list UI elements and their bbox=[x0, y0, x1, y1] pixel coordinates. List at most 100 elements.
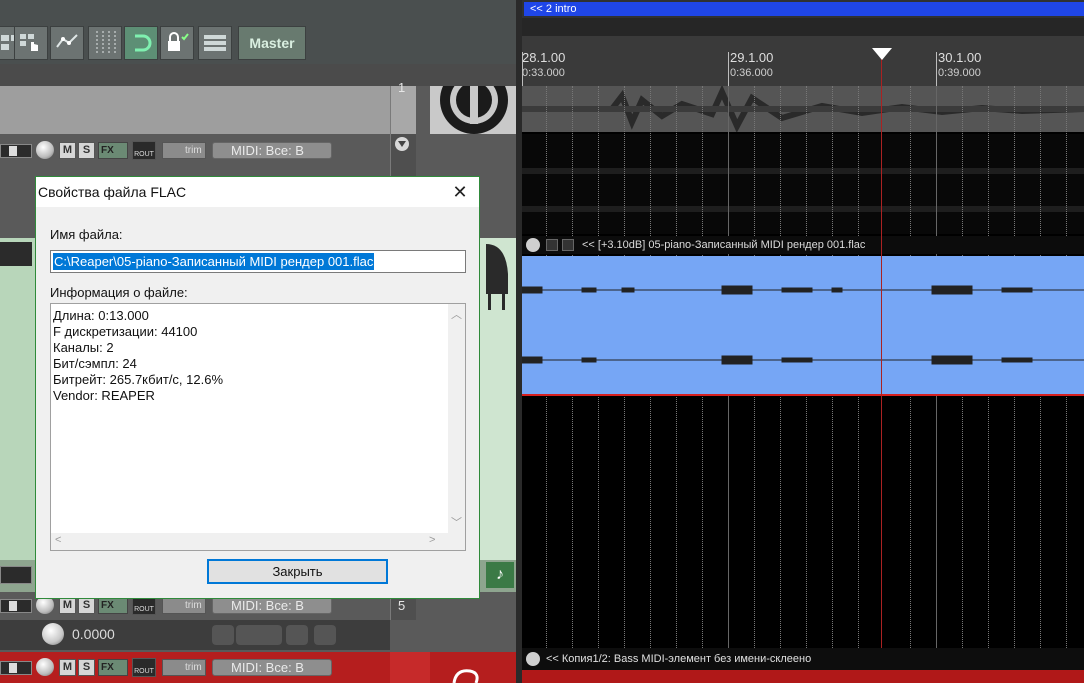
info-line-vendor: Vendor: REAPER bbox=[53, 388, 155, 403]
toolbar-envelope-button[interactable] bbox=[50, 26, 84, 60]
bass-track-mute-button[interactable]: M bbox=[59, 659, 76, 676]
bass-item-title: << Копия1/2: Bass MIDI-элемент без имени… bbox=[546, 653, 812, 665]
track-number-1: 1 bbox=[398, 80, 406, 95]
info-line-length: Длина: 0:13.000 bbox=[53, 308, 149, 323]
marker-lane bbox=[522, 18, 1084, 36]
bass-item-header[interactable]: << Копия1/2: Bass MIDI-элемент без имени… bbox=[522, 648, 1084, 670]
track-5-solo-button[interactable]: S bbox=[78, 597, 95, 614]
bass-track-solo-button[interactable]: S bbox=[78, 659, 95, 676]
arrange-view[interactable]: << 2 intro 28.1.00 0:33.000 29.1.00 0:36… bbox=[522, 0, 1084, 683]
envelope-settings-button[interactable] bbox=[236, 625, 282, 645]
ruler-tick bbox=[728, 52, 729, 86]
toolbar-separator bbox=[0, 64, 516, 86]
track-2-midi-input[interactable]: MIDI: Все: В bbox=[212, 142, 332, 159]
info-line-samplerate: F дискретизации: 44100 bbox=[53, 324, 198, 339]
envelope-shape-button[interactable] bbox=[286, 625, 308, 645]
bass-track-midi-input[interactable]: MIDI: Все: В bbox=[212, 659, 332, 676]
grand-piano-icon bbox=[486, 244, 508, 310]
playhead-marker-icon[interactable] bbox=[872, 48, 892, 60]
bass-track-controls: M S FX ROUT trim MIDI: Все: В bbox=[0, 655, 390, 681]
region-intro[interactable]: << 2 intro bbox=[524, 2, 1084, 16]
ruler-measure-29: 29.1.00 bbox=[730, 50, 774, 65]
track-2-trim-button[interactable]: trim bbox=[162, 142, 206, 159]
playhead-cursor[interactable] bbox=[881, 56, 882, 666]
piano-media-item[interactable] bbox=[522, 256, 1084, 396]
dialog-title: Свойства файла FLAC bbox=[38, 184, 187, 200]
dialog-titlebar[interactable]: Свойства файла FLAC ✕ bbox=[36, 177, 479, 207]
info-line-channels: Каналы: 2 bbox=[53, 340, 114, 355]
scrollbar-corner bbox=[448, 533, 465, 550]
timeline-ruler[interactable]: 28.1.00 0:33.000 29.1.00 0:36.000 30.1.0… bbox=[522, 36, 1084, 86]
item-lock-icon[interactable] bbox=[562, 239, 574, 251]
bass-track-number-column bbox=[390, 652, 430, 683]
toolbar-select-button[interactable] bbox=[14, 26, 48, 60]
track-1-panel[interactable] bbox=[0, 86, 390, 134]
track-1-media-item[interactable] bbox=[522, 84, 1084, 133]
master-button[interactable]: Master bbox=[238, 26, 306, 60]
toolbar-loop-button[interactable] bbox=[124, 26, 158, 60]
track-2-pan-knob[interactable] bbox=[36, 141, 54, 159]
bass-track-trim-button[interactable]: trim bbox=[162, 659, 206, 676]
ruler-tick bbox=[936, 52, 937, 86]
bass-track-route-button[interactable]: ROUT bbox=[132, 658, 156, 677]
track-2-lane[interactable] bbox=[522, 134, 1084, 234]
track-1-waveform bbox=[522, 84, 1084, 133]
ruler-time-28: 0:33.000 bbox=[522, 67, 565, 79]
envelope-volume-value: 0.0000 bbox=[72, 626, 115, 642]
track-2-arm-icon bbox=[395, 137, 409, 151]
track-2-volume-fader[interactable] bbox=[0, 144, 32, 158]
piano-item-waveform bbox=[522, 285, 1084, 365]
track-5-mute-button[interactable]: M bbox=[59, 597, 76, 614]
close-button[interactable]: Закрыть bbox=[207, 559, 388, 584]
envelope-arm-button[interactable] bbox=[314, 625, 336, 645]
ruler-measure-28: 28.1.00 bbox=[522, 50, 566, 65]
track-5-fx-button[interactable]: FX bbox=[98, 597, 128, 614]
toolbar-lock-button[interactable] bbox=[160, 26, 194, 60]
toolbar-grid-lines-button[interactable] bbox=[88, 26, 122, 60]
bass-media-item[interactable] bbox=[522, 670, 1084, 683]
horizontal-scrollbar[interactable]: < > bbox=[51, 533, 448, 550]
ruler-time-30: 0:39.000 bbox=[938, 67, 981, 79]
toolbar-mixer-button[interactable] bbox=[198, 26, 232, 60]
vertical-scrollbar[interactable]: ︿ ﹀ bbox=[448, 304, 465, 533]
bass-item-knob-icon[interactable] bbox=[526, 652, 540, 666]
filename-label: Имя файла: bbox=[50, 227, 123, 242]
piano-track-fader[interactable] bbox=[0, 242, 32, 266]
envelope-volume-knob[interactable] bbox=[42, 623, 64, 645]
flac-properties-dialog: Свойства файла FLAC ✕ Имя файла: C:\Reap… bbox=[35, 176, 480, 599]
track-1-icon bbox=[430, 86, 516, 134]
piano-track-volume-fader[interactable] bbox=[0, 566, 32, 584]
loop-icon bbox=[135, 34, 152, 52]
scroll-right-icon[interactable]: > bbox=[429, 534, 435, 546]
region-lane: << 2 intro bbox=[522, 0, 1084, 18]
piano-instrument-button[interactable]: ♪ bbox=[486, 562, 514, 588]
filename-value: C:\Reaper\05-piano-Записанный MIDI ренде… bbox=[53, 253, 375, 270]
track-5-midi-input[interactable]: MIDI: Все: В bbox=[212, 597, 332, 614]
bass-track-volume-fader[interactable] bbox=[0, 661, 32, 675]
main-toolbar: Master bbox=[0, 0, 516, 64]
info-line-bitdepth: Бит/сэмпл: 24 bbox=[53, 356, 137, 371]
item-volume-knob-icon[interactable] bbox=[526, 238, 540, 252]
scroll-up-icon[interactable]: ︿ bbox=[451, 306, 462, 322]
bass-track-fx-button[interactable]: FX bbox=[98, 659, 128, 676]
ruler-time-29: 0:36.000 bbox=[730, 67, 773, 79]
file-info-box[interactable]: Длина: 0:13.000 F дискретизации: 44100 К… bbox=[50, 303, 466, 551]
track-2-solo-button[interactable]: S bbox=[78, 142, 95, 159]
ruler-tick bbox=[522, 52, 523, 86]
track-5-volume-fader[interactable] bbox=[0, 599, 32, 613]
piano-item-title: << [+3.10dB] 05-piano-Записанный MIDI ре… bbox=[582, 239, 866, 251]
item-fx-icon[interactable] bbox=[546, 239, 558, 251]
envelope-power-button[interactable] bbox=[212, 625, 234, 645]
track-2-mute-button[interactable]: M bbox=[59, 142, 76, 159]
close-icon[interactable]: ✕ bbox=[450, 182, 470, 202]
scroll-left-icon[interactable]: < bbox=[55, 534, 61, 546]
track-2-route-button[interactable]: ROUT bbox=[132, 141, 156, 160]
file-info-lines: Длина: 0:13.000 F дискретизации: 44100 К… bbox=[53, 308, 223, 404]
scroll-down-icon[interactable]: ﹀ bbox=[451, 514, 462, 530]
hand-cursor-icon bbox=[20, 34, 38, 51]
piano-item-header[interactable]: << [+3.10dB] 05-piano-Записанный MIDI ре… bbox=[522, 236, 1084, 254]
track-2-fx-button[interactable]: FX bbox=[98, 142, 128, 159]
filename-field[interactable]: C:\Reaper\05-piano-Записанный MIDI ренде… bbox=[50, 250, 466, 273]
bass-track-pan-knob[interactable] bbox=[36, 658, 54, 676]
track-5-trim-button[interactable]: trim bbox=[162, 597, 206, 614]
